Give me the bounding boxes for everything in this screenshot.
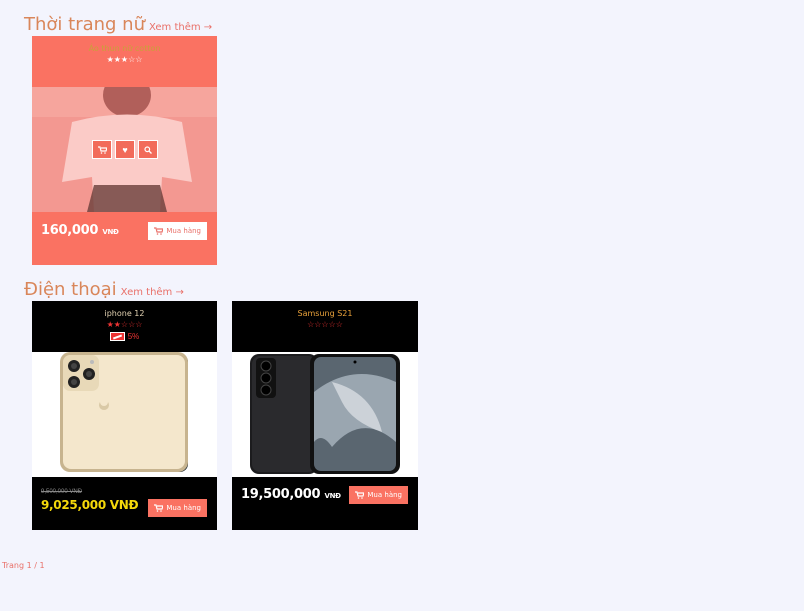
search-icon[interactable] <box>138 140 158 159</box>
buy-button-label: Mua hàng <box>166 227 201 235</box>
samsung-photo <box>232 352 418 477</box>
section-title: Điện thoại <box>24 279 117 300</box>
price-value: 9,025,000 VNĐ <box>41 498 139 512</box>
product-card-footer: 19,500,000 VNĐ Mua hàng <box>232 477 418 530</box>
buy-button[interactable]: Mua hàng <box>349 486 408 504</box>
product-name[interactable]: Áo thun nữ cotton <box>32 44 217 53</box>
star-empty-icon: ☆☆☆☆☆ <box>307 320 343 329</box>
product-card[interactable]: iphone 12 ★★☆☆☆ 5% 9,500,000 VNĐ 9,025,0… <box>32 301 217 530</box>
product-image[interactable] <box>32 352 217 477</box>
product-card-header: Samsung S21 ☆☆☆☆☆ <box>232 301 418 352</box>
star-empty-icon: ☆☆ <box>128 55 143 64</box>
see-more-link[interactable]: Xem thêm → <box>149 22 212 33</box>
quick-actions: ♥ <box>92 140 158 159</box>
product-image[interactable]: ♥ <box>32 87 217 212</box>
star-empty-icon: ☆☆☆ <box>120 320 143 329</box>
buy-button-label: Mua hàng <box>367 491 402 499</box>
rating-stars: ★★☆☆☆ <box>32 320 217 330</box>
product-price: 19,500,000 VNĐ <box>241 487 341 502</box>
rating-stars: ☆☆☆☆☆ <box>232 320 418 330</box>
rating-stars: ★★★☆☆ <box>32 55 217 65</box>
product-price: 9,025,000 VNĐ <box>41 498 139 512</box>
price-currency: VNĐ <box>102 228 119 236</box>
star-filled-icon: ★★ <box>106 320 121 329</box>
section-header-phones: Điện thoại Xem thêm → <box>24 279 184 300</box>
sale-percent: 5% <box>127 332 140 341</box>
buy-button[interactable]: Mua hàng <box>148 499 207 517</box>
iphone-photo <box>32 352 217 477</box>
section-title: Thời trang nữ <box>24 14 145 35</box>
product-card[interactable]: Áo thun nữ cotton ★★★☆☆ ♥ 160,000 VNĐ Mu… <box>32 36 217 265</box>
cart-icon[interactable] <box>92 140 112 159</box>
cart-icon <box>154 227 164 235</box>
price-value: 160,000 <box>41 223 99 238</box>
see-more-link[interactable]: Xem thêm → <box>121 287 184 298</box>
price-value: 19,500,000 <box>241 487 321 502</box>
product-card-header: iphone 12 ★★☆☆☆ 5% <box>32 301 217 352</box>
product-name[interactable]: iphone 12 <box>32 309 217 318</box>
product-price: 160,000 VNĐ <box>41 223 119 238</box>
product-image[interactable] <box>232 352 418 477</box>
product-name[interactable]: Samsung S21 <box>232 309 418 318</box>
section-header-fashion: Thời trang nữ Xem thêm → <box>24 14 212 35</box>
buy-button-label: Mua hàng <box>166 504 201 512</box>
cart-icon <box>154 504 164 512</box>
cart-icon <box>355 491 365 499</box>
heart-icon[interactable]: ♥ <box>115 140 135 159</box>
price-currency: VNĐ <box>324 492 341 500</box>
old-price: 9,500,000 VNĐ <box>41 489 83 495</box>
product-card[interactable]: Samsung S21 ☆☆☆☆☆ 19,500,000 VNĐ Mua hàn… <box>232 301 418 530</box>
pagination-label: Trang 1 / 1 <box>2 561 45 570</box>
sale-badge: 5% <box>32 332 217 341</box>
sale-tag-icon <box>109 332 125 341</box>
product-card-footer: 160,000 VNĐ Mua hàng <box>32 212 217 265</box>
buy-button[interactable]: Mua hàng <box>148 222 207 240</box>
star-filled-icon: ★★★ <box>106 55 129 64</box>
product-card-header: Áo thun nữ cotton ★★★☆☆ <box>32 36 217 87</box>
product-card-footer: 9,500,000 VNĐ 9,025,000 VNĐ Mua hàng <box>32 477 217 530</box>
